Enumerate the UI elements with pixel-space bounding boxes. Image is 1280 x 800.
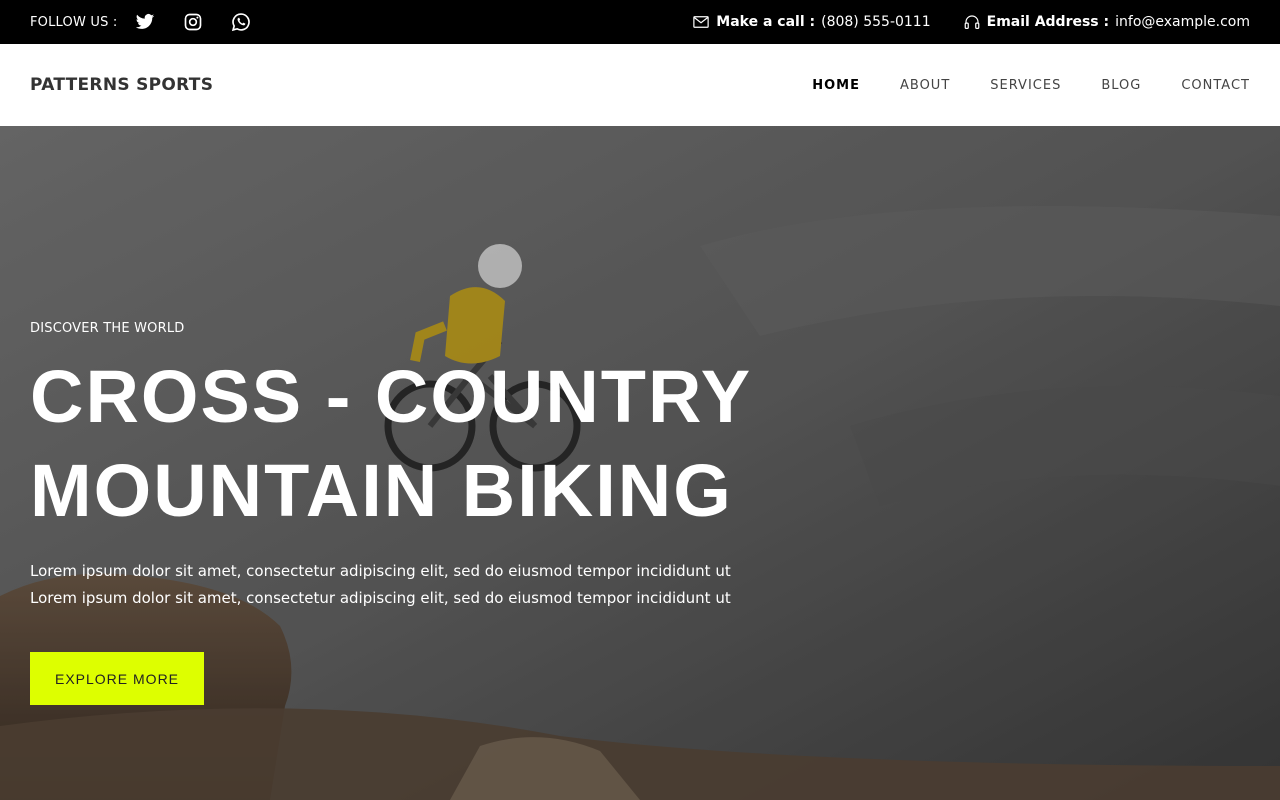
follow-us: FOLLOW US : xyxy=(30,12,251,32)
social-links xyxy=(135,12,251,32)
call-info[interactable]: Make a call : (808) 555-0111 xyxy=(692,13,931,31)
hero-section: DISCOVER THE WORLD CROSS - COUNTRY MOUNT… xyxy=(0,126,1280,800)
email-value: info@example.com xyxy=(1115,14,1250,30)
nav-services[interactable]: SERVICES xyxy=(990,78,1061,93)
email-info[interactable]: Email Address : info@example.com xyxy=(963,13,1250,31)
headset-icon xyxy=(964,15,979,29)
desc-line-2: Lorem ipsum dolor sit amet, consectetur … xyxy=(30,589,731,607)
hero-description: Lorem ipsum dolor sit amet, consectetur … xyxy=(30,558,790,612)
explore-more-button[interactable]: EXPLORE MORE xyxy=(30,652,204,705)
site-logo[interactable]: PATTERNS SPORTS xyxy=(30,75,213,95)
headline-line-1: CROSS - COUNTRY xyxy=(30,355,753,438)
main-nav: HOME ABOUT SERVICES BLOG CONTACT xyxy=(812,78,1250,93)
hero-headline: CROSS - COUNTRY MOUNTAIN BIKING xyxy=(30,350,790,538)
nav-about[interactable]: ABOUT xyxy=(900,78,950,93)
nav-blog[interactable]: BLOG xyxy=(1101,78,1141,93)
hero-eyebrow: DISCOVER THE WORLD xyxy=(30,321,185,336)
whatsapp-icon[interactable] xyxy=(231,12,251,32)
mail-icon xyxy=(693,16,710,28)
site-header: PATTERNS SPORTS HOME ABOUT SERVICES BLOG… xyxy=(0,44,1280,126)
call-label: Make a call : xyxy=(716,14,816,30)
call-value: (808) 555-0111 xyxy=(821,14,931,30)
headline-line-2: MOUNTAIN BIKING xyxy=(30,449,733,532)
follow-label: FOLLOW US : xyxy=(30,14,118,30)
desc-line-1: Lorem ipsum dolor sit amet, consectetur … xyxy=(30,562,731,580)
email-label: Email Address : xyxy=(986,14,1110,30)
top-bar: FOLLOW US : Make a call : (808) 555-0111… xyxy=(0,0,1280,44)
instagram-icon[interactable] xyxy=(183,12,203,32)
nav-home[interactable]: HOME xyxy=(812,78,860,93)
hero-content: DISCOVER THE WORLD CROSS - COUNTRY MOUNT… xyxy=(30,321,790,705)
twitter-icon[interactable] xyxy=(135,12,155,32)
nav-contact[interactable]: CONTACT xyxy=(1181,78,1250,93)
contact-info: Make a call : (808) 555-0111 Email Addre… xyxy=(692,13,1250,31)
